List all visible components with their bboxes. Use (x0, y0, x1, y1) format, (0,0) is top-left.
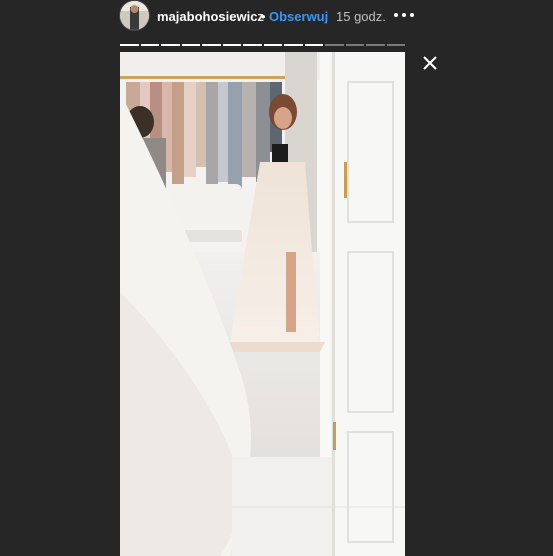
progress-segment (140, 44, 159, 46)
story-header: majabohosiewicz • Obserwuj 15 godz. (0, 0, 553, 34)
separator-dot: • (261, 9, 266, 24)
story-progress-bar (120, 44, 405, 47)
story-image[interactable] (120, 52, 405, 556)
progress-segment (263, 44, 282, 46)
progress-segment (386, 44, 405, 46)
more-horizontal-icon[interactable] (393, 3, 415, 25)
progress-segment (161, 44, 180, 46)
avatar-photo (120, 1, 149, 30)
story-photo (120, 52, 405, 556)
progress-segment (243, 44, 262, 46)
progress-segment (181, 44, 200, 46)
progress-segment (202, 44, 221, 46)
progress-segment (325, 44, 344, 46)
progress-segment (304, 44, 323, 46)
username-link[interactable]: majabohosiewicz (157, 9, 264, 24)
progress-segment (222, 44, 241, 46)
follow-button[interactable]: Obserwuj (269, 9, 328, 24)
timestamp: 15 godz. (336, 9, 386, 24)
progress-segment (345, 44, 364, 46)
progress-segment (120, 44, 139, 46)
close-icon[interactable] (419, 52, 441, 74)
avatar[interactable] (120, 1, 149, 30)
progress-segment (366, 44, 385, 46)
progress-segment (284, 44, 303, 46)
